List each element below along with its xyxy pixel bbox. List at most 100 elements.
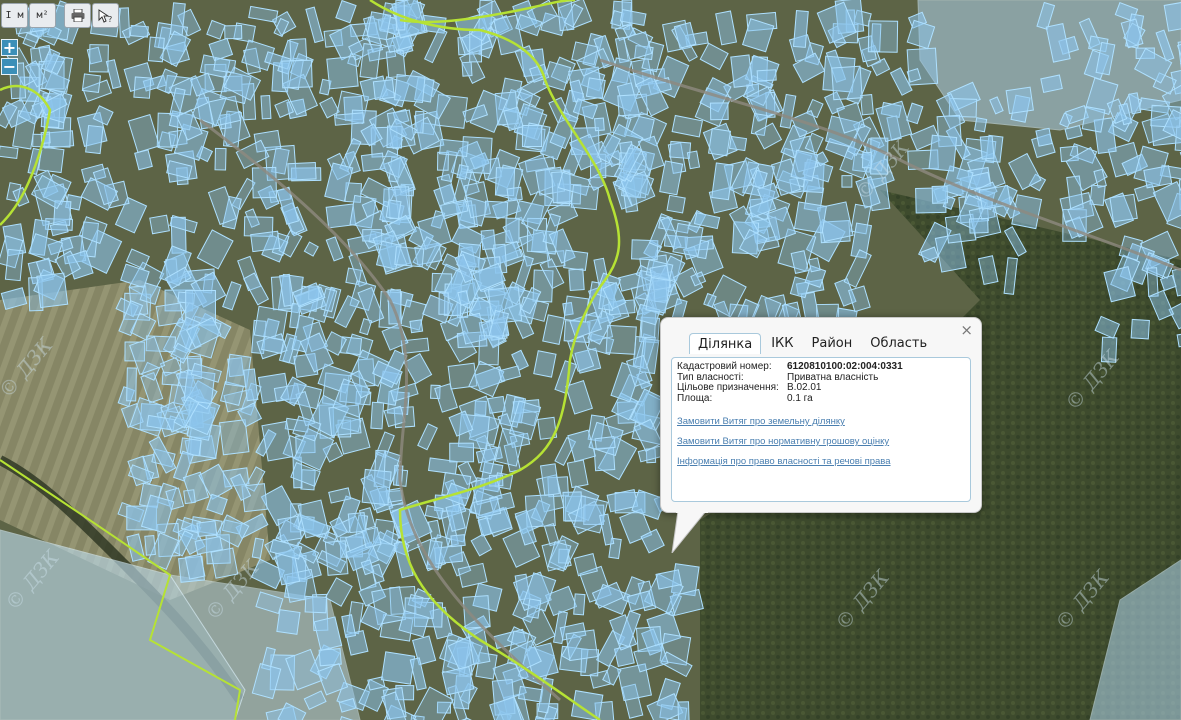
- tab-parcel[interactable]: Ділянка: [689, 333, 762, 354]
- zoom-in-button[interactable]: +: [1, 39, 18, 56]
- land-parcel[interactable]: [969, 217, 989, 234]
- land-parcel[interactable]: [521, 125, 543, 148]
- land-parcel[interactable]: [85, 124, 104, 155]
- land-parcel[interactable]: [666, 194, 686, 214]
- land-parcel[interactable]: [979, 135, 995, 160]
- land-parcel[interactable]: [594, 436, 616, 451]
- land-parcel[interactable]: [334, 112, 365, 126]
- land-parcel[interactable]: [224, 25, 243, 40]
- land-parcel[interactable]: [533, 350, 557, 378]
- land-parcel[interactable]: [144, 534, 156, 556]
- land-parcel[interactable]: [480, 229, 496, 251]
- land-parcel[interactable]: [183, 489, 196, 505]
- land-parcel[interactable]: [318, 648, 342, 667]
- land-parcel[interactable]: [808, 257, 821, 273]
- zoom-out-button[interactable]: −: [1, 58, 18, 75]
- land-parcel[interactable]: [394, 246, 425, 268]
- land-parcel[interactable]: [450, 534, 466, 548]
- land-parcel[interactable]: [449, 442, 475, 463]
- land-parcel[interactable]: [155, 302, 184, 327]
- cadastral-map[interactable]: © ДЗК © ДЗК © ДЗК © ДЗК © ДЗК © ДЗК © ДЗ…: [0, 0, 1181, 720]
- land-parcel[interactable]: [793, 201, 827, 234]
- land-parcel[interactable]: [1146, 267, 1159, 298]
- land-parcel[interactable]: [281, 59, 313, 89]
- land-parcel[interactable]: [169, 2, 186, 36]
- land-parcel[interactable]: [573, 593, 586, 616]
- order-extract-link[interactable]: Замовити Витяг про земельну ділянку: [677, 416, 965, 427]
- land-parcel[interactable]: [289, 38, 308, 62]
- tab-ikk[interactable]: ІКК: [763, 333, 801, 354]
- land-parcel[interactable]: [361, 468, 392, 506]
- land-parcel[interactable]: [505, 217, 520, 243]
- land-parcel[interactable]: [88, 44, 109, 73]
- land-parcel[interactable]: [526, 598, 542, 619]
- land-parcel[interactable]: [585, 77, 606, 100]
- land-parcel[interactable]: [728, 135, 748, 152]
- land-parcel[interactable]: [677, 701, 690, 720]
- land-parcel[interactable]: [380, 651, 416, 685]
- land-parcel[interactable]: [484, 200, 509, 219]
- land-parcel[interactable]: [1081, 106, 1106, 133]
- land-parcel[interactable]: [366, 11, 392, 41]
- land-parcel[interactable]: [707, 128, 732, 157]
- land-parcel[interactable]: [931, 185, 949, 204]
- land-parcel[interactable]: [570, 690, 604, 720]
- land-parcel[interactable]: [867, 20, 899, 53]
- land-parcel[interactable]: [36, 272, 69, 309]
- land-parcel[interactable]: [565, 629, 599, 662]
- land-parcel[interactable]: [563, 295, 590, 323]
- land-parcel[interactable]: [487, 395, 506, 414]
- land-parcel[interactable]: [326, 55, 359, 90]
- land-parcel[interactable]: [324, 540, 349, 576]
- land-parcel[interactable]: [1005, 86, 1034, 115]
- land-parcel[interactable]: [437, 151, 449, 171]
- land-parcel[interactable]: [973, 117, 988, 133]
- land-parcel[interactable]: [4, 248, 24, 282]
- measure-area-tool[interactable]: м²: [29, 3, 56, 28]
- land-parcel[interactable]: [126, 367, 137, 402]
- tab-district[interactable]: Район: [804, 333, 861, 354]
- land-parcel[interactable]: [461, 61, 473, 77]
- ownership-info-link[interactable]: Інформація про право власності та речові…: [677, 456, 965, 467]
- land-parcel[interactable]: [672, 222, 704, 257]
- land-parcel[interactable]: [605, 324, 637, 355]
- land-parcel[interactable]: [129, 24, 149, 38]
- order-valuation-link[interactable]: Замовити Витяг про нормативну грошову оц…: [677, 436, 965, 447]
- land-parcel[interactable]: [568, 268, 585, 292]
- land-parcel[interactable]: [1130, 318, 1150, 340]
- land-parcel[interactable]: [385, 49, 406, 79]
- land-parcel[interactable]: [409, 319, 424, 334]
- land-parcel[interactable]: [276, 609, 301, 635]
- land-parcel[interactable]: [438, 138, 469, 158]
- land-parcel[interactable]: [730, 54, 754, 88]
- land-parcel[interactable]: [831, 65, 863, 101]
- land-parcel[interactable]: [506, 186, 523, 202]
- land-parcel[interactable]: [394, 74, 426, 104]
- land-parcel[interactable]: [287, 161, 317, 181]
- land-parcel[interactable]: [0, 145, 19, 159]
- land-parcel[interactable]: [214, 147, 227, 171]
- land-parcel[interactable]: [250, 230, 281, 253]
- print-button[interactable]: [64, 3, 91, 28]
- land-parcel[interactable]: [260, 94, 272, 120]
- land-parcel[interactable]: [81, 73, 102, 94]
- land-parcel[interactable]: [38, 146, 65, 174]
- land-parcel[interactable]: [1035, 127, 1053, 147]
- land-parcel[interactable]: [438, 292, 449, 315]
- land-parcel[interactable]: [385, 199, 402, 220]
- land-parcel[interactable]: [149, 214, 170, 235]
- land-parcel[interactable]: [213, 57, 237, 74]
- land-parcel[interactable]: [841, 175, 853, 188]
- land-parcel[interactable]: [709, 102, 729, 121]
- land-parcel[interactable]: [372, 79, 395, 100]
- land-parcel[interactable]: [196, 520, 218, 538]
- measure-line-tool[interactable]: І м: [1, 3, 28, 28]
- land-parcel[interactable]: [133, 76, 152, 99]
- land-parcel[interactable]: [370, 401, 385, 430]
- land-parcel[interactable]: [792, 10, 809, 48]
- land-parcel[interactable]: [359, 43, 382, 80]
- land-parcel[interactable]: [563, 249, 589, 272]
- land-parcel[interactable]: [928, 134, 958, 172]
- land-parcel[interactable]: [1109, 193, 1138, 223]
- land-parcel[interactable]: [361, 526, 382, 549]
